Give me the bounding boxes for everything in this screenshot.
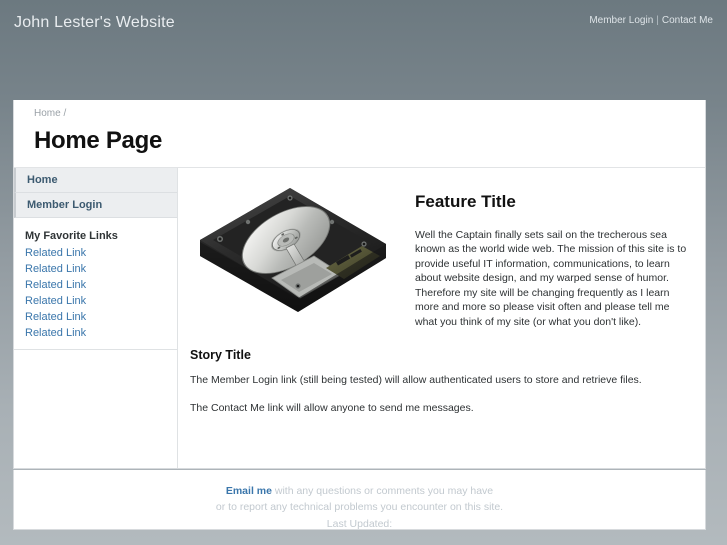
sidebar-nav-list: Home Member Login [14,168,177,218]
favorite-links-heading: My Favorite Links [25,230,118,242]
list-item[interactable]: Related Link [25,245,177,261]
feature-title: Feature Title [415,192,516,211]
footer-line-3: Last Updated: [326,517,393,530]
list-item[interactable]: Related Link [25,277,177,293]
list-item[interactable]: Related Link [25,293,177,309]
related-link-3[interactable]: Related Link [25,277,177,293]
page-footer: Email me with any questions or comments … [13,470,706,530]
sidebar-item-home-label[interactable]: Home [16,168,177,192]
main-content-card: Home / Home Page Home Member Login My Fa… [13,100,706,469]
top-nav-separator: | [656,15,659,26]
sidebar: Home Member Login My Favorite Links Rela… [14,168,178,468]
top-nav-contact-me[interactable]: Contact Me [662,15,713,26]
site-masthead: John Lester's Website Member Login | Conta… [0,0,727,100]
feature-body: Well the Captain finally sets sail on th… [415,229,687,328]
sidebar-item-member-login[interactable]: Member Login [14,193,177,218]
page-titlebar: Home / Home Page [14,100,705,167]
story-paragraph-1: The Member Login link (still being teste… [190,374,642,386]
page-title: Home Page [34,127,163,154]
story-title: Story Title [190,348,251,362]
top-nav-member-login[interactable]: Member Login [589,15,653,26]
footer-line-1-rest: with any questions or comments you may h… [271,485,494,497]
related-link-6[interactable]: Related Link [25,325,177,341]
related-link-5[interactable]: Related Link [25,309,177,325]
feature-section: Feature Title Well the Captain finally s… [178,168,705,342]
sidebar-bottom-divider [14,349,177,350]
list-item[interactable]: Related Link [25,309,177,325]
list-item[interactable]: Related Link [25,261,177,277]
breadcrumb-separator: / [63,108,67,119]
sidebar-item-home[interactable]: Home [14,168,177,193]
footer-line-1: Email me with any questions or comments … [14,483,705,499]
related-link-4[interactable]: Related Link [25,293,177,309]
top-navigation: Member Login | Contact Me [589,15,713,26]
breadcrumb-home[interactable]: Home [34,108,61,119]
story-section: Story Title The Member Login link (still… [178,342,705,414]
sidebar-item-member-login-label[interactable]: Member Login [16,193,177,217]
main-content: Feature Title Well the Captain finally s… [178,168,705,468]
related-link-1[interactable]: Related Link [25,245,177,261]
feature-figure [178,174,403,342]
footer-line-2: or to report any technical problems you … [215,501,504,514]
hard-disk-drive-icon [200,188,386,312]
breadcrumb: Home / [34,108,705,119]
feature-text: Feature Title Well the Captain finally s… [403,174,705,342]
list-item[interactable]: Related Link [25,325,177,341]
story-paragraph-2: The Contact Me link will allow anyone to… [190,402,474,414]
page-body: Home Member Login My Favorite Links Rela… [14,168,705,468]
site-title: John Lester's Website [14,14,175,31]
related-link-2[interactable]: Related Link [25,261,177,277]
favorite-links-block: My Favorite Links Related Link Related L… [14,218,177,341]
email-me-link[interactable]: Email me [226,485,272,497]
favorite-links-list: Related Link Related Link Related Link R… [25,245,177,341]
